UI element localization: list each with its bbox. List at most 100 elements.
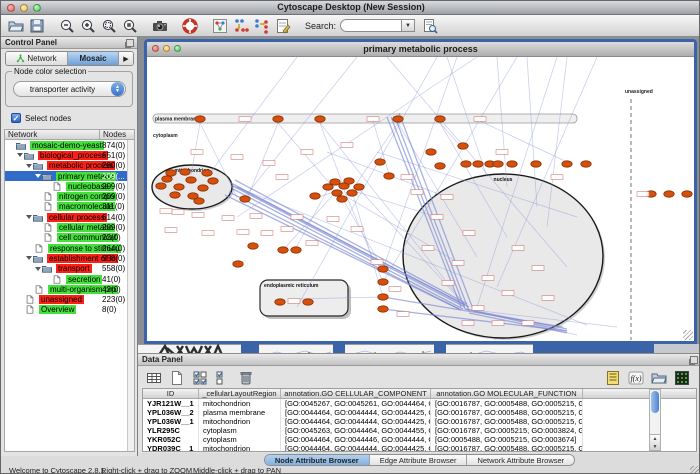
tab-overflow-arrow[interactable]: ▶ [119, 52, 133, 65]
tree-item-label: Overview [39, 305, 76, 314]
tree-item-transport[interactable]: transport558(0) [5, 264, 134, 274]
cell-filler [583, 417, 696, 426]
column-header-1[interactable]: _cellularLayoutRegion [199, 389, 281, 398]
tree-item-biological-process[interactable]: biological_process651(0) [5, 150, 134, 160]
network-graph[interactable]: plasma membranemitochondrionnucleusendop… [147, 57, 694, 341]
zoom-out-icon[interactable] [58, 17, 76, 35]
table-row[interactable]: YLR295Ccytoplasm[GO:0045263, GO:0044464,… [143, 426, 696, 435]
scrollbar-arrows[interactable]: ▲▼ [650, 434, 660, 450]
cell: YLR295C [143, 426, 199, 435]
tree-item-response-to-stimulu[interactable]: response to stimulu264(0) [5, 243, 134, 253]
delete-attribute-icon[interactable] [236, 369, 256, 387]
search-config-icon[interactable] [421, 17, 439, 35]
tree-item-establishment-of-lo[interactable]: establishment of lo558(0) [5, 253, 134, 263]
search-input[interactable] [340, 19, 402, 32]
tree-scrollbar[interactable] [127, 140, 134, 451]
background-window-edge[interactable] [446, 344, 533, 353]
detach-icon[interactable] [126, 39, 134, 47]
tree-item-cell-communicat[interactable]: cell communicat22(0) [5, 233, 134, 243]
folder-icon [16, 141, 28, 150]
tab-node-attribute-browser[interactable]: Node Attribute Browser [265, 455, 370, 465]
table-row[interactable]: YDR039C__1mitochondrion[GO:0044464, GO:0… [143, 444, 696, 452]
expand-arrow-icon[interactable] [35, 267, 41, 271]
node-color-dropdown[interactable]: transporter activity ▲▼ [13, 81, 126, 97]
tree-item-cellular-process[interactable]: cellular process614(0) [5, 212, 134, 222]
layout-1-icon[interactable] [232, 17, 250, 35]
tree-item-nucleobase-[interactable]: nucleobase-209(0) [5, 181, 134, 191]
tree-item-macromolecule[interactable]: macromolecule311(0) [5, 202, 134, 212]
layout-2-icon[interactable] [253, 17, 271, 35]
tree-item-primary-metabo[interactable]: primary metabo209(... [5, 171, 134, 181]
attribute-list-icon[interactable] [603, 369, 623, 387]
tree-item-unassigned[interactable]: unassigned223(0) [5, 294, 134, 304]
zoom-fit-icon[interactable] [100, 17, 118, 35]
tree-item-secretion[interactable]: secretion41(0) [5, 274, 134, 284]
open-session-icon[interactable] [7, 17, 25, 35]
tab-network-attribute-browser[interactable]: Network Attribute Browser [467, 455, 574, 465]
table-row[interactable]: YJR121W__1mitochondrion[GO:0045267, GO:0… [143, 399, 696, 408]
help-icon[interactable] [181, 17, 199, 35]
expand-arrow-icon[interactable] [17, 153, 23, 157]
tree-item-overview[interactable]: Overview8(0) [5, 305, 134, 315]
window-title: Cytoscape Desktop (New Session) [1, 2, 700, 12]
folder-icon [42, 172, 54, 181]
cell: mitochondrion [199, 444, 281, 452]
network-window-titlebar[interactable]: primary metabolic process [147, 42, 694, 57]
annotation-icon[interactable] [274, 17, 292, 35]
background-window-border [533, 344, 654, 353]
tree-item-multi-organism-pro[interactable]: multi-organism pro42(0) [5, 284, 134, 294]
cell: plasma membrane [199, 408, 281, 417]
cell: [GO:0005488, GO:0005215, GO:0003674] [431, 435, 583, 444]
table-row[interactable]: YPL036W__2plasma membrane[GO:0044464, GO… [143, 408, 696, 417]
expand-arrow-icon[interactable] [26, 256, 32, 260]
search-dropdown-arrow[interactable]: ▼ [402, 19, 415, 32]
table-row[interactable]: YPL036W__1mitochondrion[GO:0044464, GO:0… [143, 417, 696, 426]
column-header-3[interactable]: annotation.GO MOLECULAR_FUNCTION [431, 389, 583, 398]
background-window-edge[interactable] [345, 344, 434, 353]
tab-edge-attribute-browser[interactable]: Edge Attribute Browser [370, 455, 468, 465]
file-icon [43, 192, 55, 201]
save-session-icon[interactable] [28, 17, 46, 35]
tree-item-metabolic-process[interactable]: metabolic process280(0) [5, 161, 134, 171]
unselect-attributes-icon[interactable] [213, 369, 233, 387]
column-header-0[interactable]: ID [143, 389, 199, 398]
background-window-edge[interactable] [259, 344, 333, 353]
tree-item-cellular-metabo[interactable]: cellular metabo209(0) [5, 222, 134, 232]
table-scrollbar[interactable]: ▲▼ [649, 389, 661, 451]
attribute-table-header[interactable]: ID_cellularLayoutRegionannotation.GO CEL… [143, 389, 696, 399]
select-attributes-icon[interactable] [190, 369, 210, 387]
resize-grip-icon[interactable] [683, 330, 693, 340]
cell: [GO:0016787, GO:0005488, GO:0005215, G..… [431, 408, 583, 417]
data-panel-header: Data Panel [138, 354, 700, 366]
import-attributes-icon[interactable] [649, 369, 669, 387]
expand-arrow-icon[interactable] [26, 164, 32, 168]
snapshot-icon[interactable] [151, 17, 169, 35]
detach-icon[interactable] [690, 356, 698, 364]
column-header-2[interactable]: annotation.GO CELLULAR_COMPONENT [281, 389, 431, 398]
control-panel-tabs: Network Mosaic ▶ [5, 51, 134, 66]
network-canvas[interactable]: plasma membranemitochondrionnucleusendop… [147, 57, 694, 341]
network-view-window[interactable]: primary metabolic process plasma membran… [144, 39, 697, 344]
tree-item-node-count: 209(0) [102, 182, 125, 191]
table-row[interactable]: YKR052Ccytoplasm[GO:0044464, GO:0044446,… [143, 435, 696, 444]
attribute-table-icon[interactable] [144, 369, 164, 387]
tree-item-mosaic-demo-yeast[interactable]: mosaic-demo-yeast874(0) [5, 140, 134, 150]
scrollbar-thumb[interactable] [651, 391, 659, 413]
window-resize-grip[interactable] [690, 466, 699, 474]
function-builder-icon[interactable]: f(x) [626, 369, 646, 387]
tab-network[interactable]: Network [6, 52, 68, 65]
tree-item-nitrogen-compo[interactable]: nitrogen compo209(0) [5, 191, 134, 201]
select-nodes-checkbox[interactable]: ✓ [11, 113, 21, 123]
matrix-view-icon[interactable] [672, 369, 692, 387]
new-attribute-icon[interactable] [167, 369, 187, 387]
zoom-in-icon[interactable] [79, 17, 97, 35]
network-tree: mosaic-demo-yeast874(0)biological_proces… [4, 140, 135, 452]
network-overview-icon[interactable] [211, 17, 229, 35]
tree-item-node-count: 311(0) [102, 202, 125, 211]
tab-mosaic[interactable]: Mosaic [68, 52, 119, 65]
expand-arrow-icon[interactable] [35, 174, 41, 178]
cell: [GO:0044464, GO:0044444, GO:0044425, G..… [281, 408, 431, 417]
expand-arrow-icon[interactable] [26, 215, 32, 219]
svg-text:nucleus: nucleus [494, 177, 513, 183]
zoom-selected-icon[interactable] [121, 17, 139, 35]
